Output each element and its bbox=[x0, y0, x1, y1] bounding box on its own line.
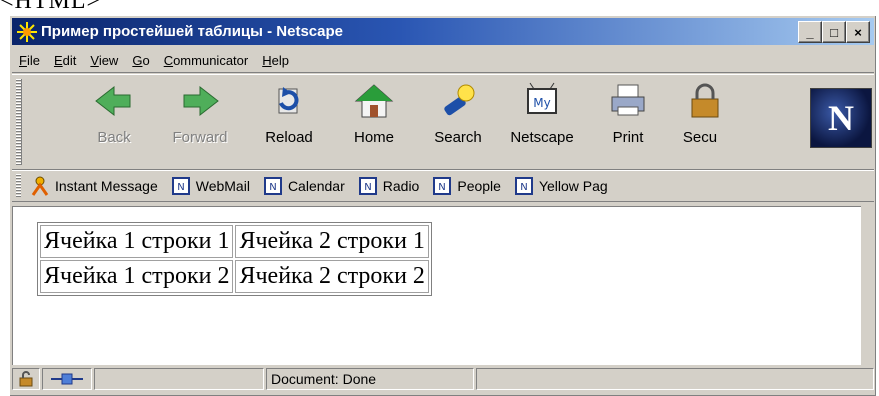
menu-bar: File Edit View Go Communicator Help bbox=[12, 48, 874, 73]
minimize-button[interactable]: _ bbox=[798, 21, 822, 43]
instant-message-button[interactable]: Instant Message bbox=[31, 176, 158, 196]
print-label: Print bbox=[612, 129, 644, 146]
reload-button[interactable]: Reload bbox=[249, 81, 329, 159]
table-cell: Ячейка 1 строки 2 bbox=[40, 260, 234, 293]
menu-file[interactable]: File bbox=[12, 53, 47, 68]
search-flashlight-icon bbox=[444, 84, 475, 116]
search-button[interactable]: Search bbox=[418, 81, 498, 159]
table-row: Ячейка 1 строки 1 Ячейка 2 строки 1 bbox=[40, 225, 429, 258]
netscape-n-logo[interactable]: N bbox=[810, 88, 872, 148]
radio-label: Radio bbox=[382, 178, 420, 194]
security-status[interactable] bbox=[12, 368, 40, 390]
home-button[interactable]: Home bbox=[334, 81, 414, 159]
webmail-label: WebMail bbox=[195, 178, 250, 194]
yellow-pages-label: Yellow Pag bbox=[538, 178, 608, 194]
printer-icon bbox=[611, 84, 645, 116]
menu-help[interactable]: Help bbox=[255, 53, 296, 68]
status-bar: Document: Done bbox=[12, 364, 874, 394]
forward-label: Forward bbox=[172, 129, 228, 146]
my-netscape-button[interactable]: My Netscape bbox=[502, 81, 582, 159]
bookmark-page-icon: N bbox=[358, 177, 377, 195]
home-label: Home bbox=[353, 129, 394, 146]
personal-toolbar-grip[interactable] bbox=[16, 174, 21, 198]
back-label: Back bbox=[97, 129, 131, 146]
table-cell: Ячейка 1 строки 1 bbox=[40, 225, 234, 258]
svg-text:N: N bbox=[177, 182, 184, 193]
search-label: Search bbox=[434, 129, 482, 146]
padlock-icon bbox=[19, 371, 33, 387]
online-status[interactable] bbox=[42, 368, 92, 390]
menu-communicator[interactable]: Communicator bbox=[157, 53, 256, 68]
status-text: Document: Done bbox=[266, 368, 474, 390]
bookmark-page-icon: N bbox=[171, 177, 190, 195]
bookmark-page-icon: N bbox=[263, 177, 282, 195]
bookmark-page-icon: N bbox=[433, 177, 452, 195]
demo-table: Ячейка 1 строки 1 Ячейка 2 строки 1 Ячей… bbox=[37, 222, 432, 296]
page-content: Ячейка 1 строки 1 Ячейка 2 строки 1 Ячей… bbox=[12, 206, 861, 365]
window-title: Пример простейшей таблицы - Netscape bbox=[41, 23, 343, 40]
people-button[interactable]: N People bbox=[433, 177, 501, 195]
instant-message-person-icon bbox=[31, 176, 49, 196]
connection-icon bbox=[51, 373, 83, 385]
netscape-star-icon bbox=[17, 21, 37, 42]
maximize-button[interactable]: □ bbox=[822, 21, 846, 43]
security-button[interactable]: Secu bbox=[670, 81, 730, 159]
yellow-pages-button[interactable]: N Yellow Pag bbox=[514, 177, 608, 195]
svg-text:My: My bbox=[533, 96, 550, 110]
reload-label: Reload bbox=[265, 129, 313, 146]
table-row: Ячейка 1 строки 2 Ячейка 2 строки 2 bbox=[40, 260, 429, 293]
close-button[interactable]: × bbox=[846, 21, 870, 43]
calendar-button[interactable]: N Calendar bbox=[263, 177, 345, 195]
menu-edit[interactable]: Edit bbox=[47, 53, 83, 68]
security-lock-icon bbox=[691, 83, 719, 118]
my-netscape-icon: My bbox=[527, 82, 557, 114]
svg-text:N: N bbox=[439, 182, 446, 193]
progress-panel bbox=[94, 368, 264, 390]
table-cell: Ячейка 2 строки 1 bbox=[235, 225, 429, 258]
menu-view[interactable]: View bbox=[83, 53, 125, 68]
security-label: Secu bbox=[682, 129, 718, 146]
table-cell: Ячейка 2 строки 2 bbox=[235, 260, 429, 293]
personal-toolbar: Instant Message N WebMail N Calendar N R… bbox=[12, 170, 874, 202]
instant-message-label: Instant Message bbox=[55, 178, 158, 194]
component-bar bbox=[476, 368, 874, 390]
webmail-button[interactable]: N WebMail bbox=[171, 177, 250, 195]
page-top-fragment: <HTML> bbox=[0, 0, 102, 14]
navigation-toolbar: Back Forward Reload Home Search My Netsc… bbox=[12, 74, 874, 170]
forward-arrow-icon bbox=[183, 85, 219, 117]
print-button[interactable]: Print bbox=[588, 81, 668, 159]
title-bar[interactable]: Пример простейшей таблицы - Netscape _ □… bbox=[12, 18, 874, 45]
netscape-label: Netscape bbox=[510, 129, 574, 146]
svg-text:N: N bbox=[364, 182, 371, 193]
back-arrow-icon bbox=[95, 85, 131, 117]
home-icon bbox=[354, 84, 394, 118]
forward-button[interactable]: Forward bbox=[160, 81, 240, 159]
menu-go[interactable]: Go bbox=[125, 53, 156, 68]
radio-button[interactable]: N Radio bbox=[358, 177, 420, 195]
svg-text:N: N bbox=[520, 182, 527, 193]
toolbar-grip[interactable] bbox=[16, 79, 22, 165]
bookmark-page-icon: N bbox=[514, 177, 533, 195]
reload-icon bbox=[278, 87, 299, 114]
netscape-window: Пример простейшей таблицы - Netscape _ □… bbox=[9, 15, 876, 396]
calendar-label: Calendar bbox=[287, 178, 345, 194]
back-button[interactable]: Back bbox=[74, 81, 154, 159]
people-label: People bbox=[457, 178, 501, 194]
svg-text:N: N bbox=[269, 182, 276, 193]
